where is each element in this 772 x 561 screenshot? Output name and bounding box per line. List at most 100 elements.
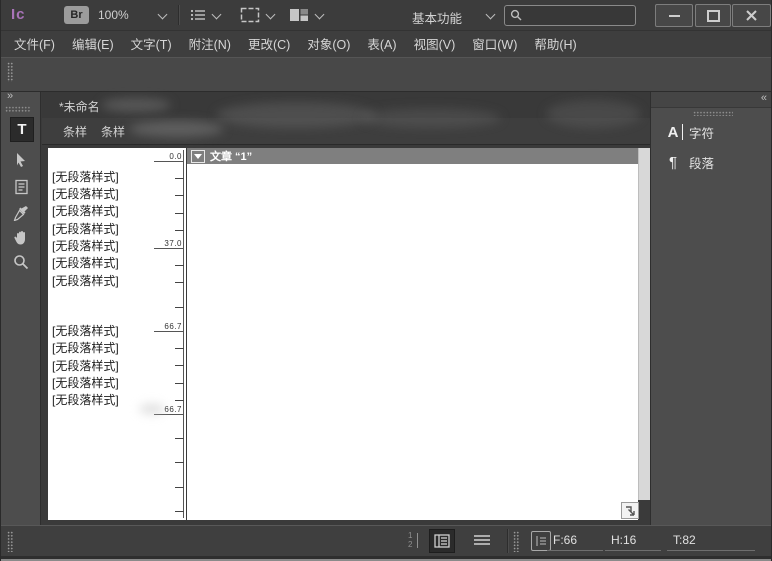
tab-story-view[interactable]: 条样 — [101, 123, 125, 140]
ruler-mark-line — [154, 414, 184, 415]
story-header-bar[interactable]: 文章 “1” — [187, 148, 638, 164]
zoom-level-value[interactable]: 100% — [98, 8, 129, 22]
hand-tool[interactable] — [10, 226, 32, 249]
ruler-tick — [175, 195, 184, 196]
paragraph-style-row[interactable]: [无段落样式] — [52, 272, 119, 289]
panel-character[interactable]: A 字符 — [651, 118, 772, 146]
menu-object[interactable]: 对象(O) — [307, 34, 350, 53]
tab-galley-view[interactable]: 条样 — [63, 123, 87, 140]
dock-grip[interactable] — [693, 111, 733, 116]
menu-file[interactable]: 文件(F) — [14, 34, 55, 53]
menu-window[interactable]: 窗口(W) — [472, 34, 517, 53]
menu-bar: 文件(F) 编辑(E) 文字(T) 附注(N) 更改(C) 对象(O) 表(A)… — [1, 30, 772, 57]
paragraph-style-row[interactable]: [无段落样式] — [52, 220, 119, 237]
ruler-mark-value: 66.7 — [164, 405, 182, 414]
statusbar-separator — [507, 529, 508, 553]
paragraph-style-row[interactable]: [无段落样式] — [52, 339, 119, 356]
menu-view[interactable]: 视图(V) — [414, 34, 456, 53]
frame-mode-chevron-icon[interactable] — [266, 10, 276, 20]
zoom-tool[interactable] — [10, 250, 32, 273]
statusbar-grip-2[interactable] — [513, 531, 519, 552]
vertical-scrollbar[interactable] — [638, 148, 650, 500]
incopy-window: Ic Br 100% 基本功能 — [0, 0, 772, 561]
ruler-tick — [175, 282, 184, 283]
menu-help[interactable]: 帮助(H) — [534, 34, 576, 53]
paragraph-style-row[interactable]: [无段落样式] — [52, 202, 119, 219]
copyfit-words-field[interactable]: H:16 — [611, 533, 636, 547]
screen-layout-icon[interactable] — [289, 7, 309, 23]
field-underline — [547, 550, 603, 551]
paragraph-style-row[interactable]: [无段落样式] — [52, 357, 119, 374]
paragraph-style-row[interactable]: [无段落样式] — [52, 168, 119, 185]
zoom-chevron-down-icon[interactable] — [158, 10, 168, 20]
paragraph-style-row[interactable]: [无段落样式] — [52, 254, 119, 271]
paragraph-style-row[interactable]: [无段落样式] — [52, 374, 119, 391]
menu-notes[interactable]: 附注(N) — [189, 34, 231, 53]
note-tool[interactable] — [10, 175, 32, 198]
paragraph-style-row[interactable]: [无段落样式] — [52, 237, 119, 254]
ruler-tick — [175, 178, 184, 179]
menu-table[interactable]: 表(A) — [367, 34, 396, 53]
eyedropper-tool-icon — [13, 205, 29, 221]
field-underline — [667, 550, 755, 551]
tools-panel: » T — [1, 92, 41, 525]
eyedropper-tool[interactable] — [10, 201, 32, 224]
character-panel-icon: A — [661, 124, 685, 141]
ruler-tick — [175, 213, 184, 214]
collapse-dock-icon[interactable]: « — [761, 92, 766, 104]
toolbar-grip[interactable] — [7, 62, 13, 82]
ruler-tick — [175, 265, 184, 266]
view-options-icon[interactable] — [189, 8, 207, 22]
view-options-chevron-icon[interactable] — [212, 10, 222, 20]
search-icon — [510, 9, 522, 21]
tools-panel-grip[interactable] — [5, 106, 31, 112]
story-editor-area[interactable]: 文章 “1” — [187, 148, 638, 520]
story-resize-icon[interactable] — [621, 502, 639, 519]
titlebar-separator — [178, 5, 179, 25]
app-logo-icon: Ic — [11, 6, 26, 23]
paragraph-panel-icon: ¶ — [661, 154, 685, 171]
paragraph-style-row[interactable]: [无段落样式] — [52, 322, 119, 339]
statusbar-menu-icon[interactable] — [473, 534, 491, 546]
panel-dock: « A 字符 ¶ 段落 — [650, 92, 772, 525]
workspace-switcher[interactable]: 基本功能 — [412, 8, 462, 27]
copyfit-lines-field[interactable]: F:66 — [553, 533, 577, 547]
document-tab[interactable]: *未命名 — [59, 98, 100, 115]
character-panel-label: 字符 — [689, 123, 714, 142]
menu-changes[interactable]: 更改(C) — [248, 34, 290, 53]
maximize-button[interactable] — [695, 4, 731, 27]
ruler-mark-value: 0.0 — [169, 152, 182, 161]
ruler-mark-line — [154, 331, 184, 332]
window-bottom-edge — [1, 556, 772, 561]
ruler-tick — [175, 438, 184, 439]
frame-mode-icon[interactable] — [240, 7, 260, 23]
copyfit-chars-field[interactable]: T:82 — [673, 533, 696, 547]
view-tab-strip: 条样 条样 — [42, 118, 650, 145]
position-tool[interactable] — [10, 148, 32, 171]
type-tool[interactable]: T — [10, 117, 34, 142]
bridge-button[interactable]: Br — [64, 6, 89, 24]
copyfit-info-icon[interactable] — [531, 531, 551, 551]
galley-info-panel: [无段落样式][无段落样式][无段落样式][无段落样式][无段落样式][无段落样… — [48, 148, 186, 520]
close-button[interactable] — [732, 4, 771, 27]
menu-type[interactable]: 文字(T) — [131, 34, 172, 53]
menu-edit[interactable]: 编辑(E) — [72, 34, 114, 53]
ruler-tick — [175, 400, 184, 401]
ruler-mark-line — [154, 248, 184, 249]
paragraph-style-row[interactable]: [无段落样式] — [52, 185, 119, 202]
expand-panel-icon[interactable]: » — [7, 90, 12, 102]
search-input[interactable] — [504, 5, 636, 26]
panel-paragraph[interactable]: ¶ 段落 — [651, 148, 772, 176]
workspace-chevron-icon[interactable] — [486, 10, 496, 20]
collapse-story-icon[interactable] — [191, 150, 205, 163]
galley-info-toggle[interactable] — [429, 529, 455, 553]
field-underline — [605, 550, 661, 551]
paragraph-style-row[interactable]: [无段落样式] — [52, 391, 119, 408]
statusbar-grip[interactable] — [7, 531, 13, 552]
ruler-tick — [175, 383, 184, 384]
line-numbers-icon[interactable]: 1 2 — [407, 531, 423, 551]
minimize-button[interactable] — [655, 4, 693, 27]
screen-layout-chevron-icon[interactable] — [315, 10, 325, 20]
ruler-tick — [175, 462, 184, 463]
ruler-mark-value: 66.7 — [164, 322, 182, 331]
